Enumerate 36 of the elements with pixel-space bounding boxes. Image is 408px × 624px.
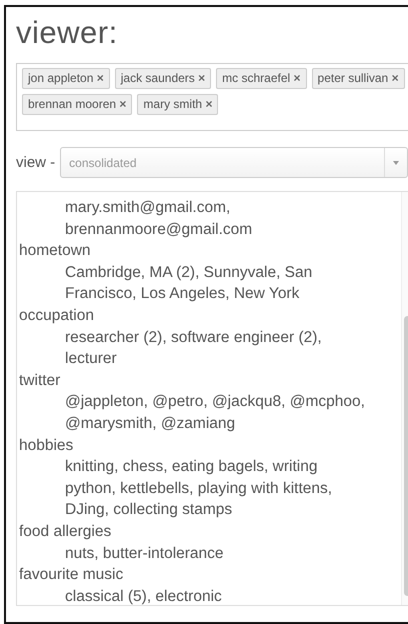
remove-tag-button[interactable]: × [294, 71, 301, 85]
view-label: view - [16, 154, 56, 171]
field-value: knitting, chess, eating bagels, writing [64, 457, 318, 478]
field-label: food allergies [19, 522, 112, 542]
field-value: @jappleton, @petro, @jackqu8, @mcphoo, [64, 392, 366, 412]
field-value: classical (5), electronic [64, 586, 223, 607]
page-title: viewer: [16, 15, 119, 51]
caret-icon [393, 160, 399, 164]
tag: peter sullivan × [312, 68, 405, 89]
field-value: @marysmith, @zamiang [64, 414, 236, 434]
field-value: researcher (2), software engineer (2), [64, 328, 323, 348]
view-select[interactable]: consolidated [60, 147, 408, 178]
field-value: Cambridge, MA (2), Sunnyvale, San [64, 262, 314, 283]
remove-tag-button[interactable]: × [96, 71, 104, 85]
field-value: nuts, butter-intolerance [64, 544, 225, 564]
field-value: brennanmoore@gmail.com [64, 220, 254, 240]
field-label: hobbies [19, 436, 74, 456]
tag: mary smith × [137, 94, 218, 115]
field-label: occupation [19, 306, 95, 326]
tag: jon appleton × [22, 68, 110, 89]
field-label: hometown [19, 241, 92, 262]
tag: brennan mooren × [22, 94, 132, 115]
field-value: Francisco, Los Angeles, New York [64, 284, 300, 304]
remove-tag-button[interactable]: × [205, 97, 212, 111]
remove-tag-button[interactable]: × [198, 71, 206, 85]
field-value: DJing, collecting stamps [64, 500, 234, 520]
tag-field[interactable]: jon appleton × jack saunders × mc schraefel × peter sullivan × brennan mooren × mary smith × [16, 63, 408, 131]
field-label: twitter [19, 370, 62, 391]
remove-tag-button[interactable]: × [392, 71, 399, 85]
tag: mc schraefel × [216, 68, 307, 89]
field-label: favourite music [19, 565, 124, 586]
field-value: python, kettlebells, playing with kittens, [64, 478, 334, 499]
field-value: mary.smith@gmail.com, [64, 198, 232, 218]
tag: jack saunders × [114, 68, 212, 89]
field-value: lecturer [64, 349, 118, 370]
remove-tag-button[interactable]: × [119, 97, 126, 111]
